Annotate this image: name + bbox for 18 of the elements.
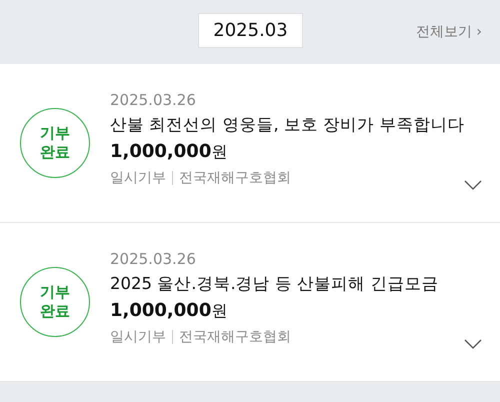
month-label[interactable]: 2025.03 xyxy=(198,13,303,48)
currency-unit: 원 xyxy=(211,141,228,163)
donation-type: 일시기부 xyxy=(110,328,166,347)
donation-type: 일시기부 xyxy=(110,169,166,188)
currency-unit: 원 xyxy=(211,300,228,322)
expand-icon[interactable] xyxy=(464,339,482,349)
status-badge: 기부 완료 xyxy=(20,267,90,337)
donation-amount: 1,000,000 xyxy=(110,299,212,323)
organization-name: 전국재해구호협회 xyxy=(179,169,291,188)
donation-amount: 1,000,000 xyxy=(110,140,212,164)
status-badge: 기부 완료 xyxy=(20,108,90,178)
expand-icon[interactable] xyxy=(464,180,482,190)
donation-title: 2025 울산.경북.경남 등 산불피해 긴급모금 xyxy=(110,273,440,295)
donation-date: 2025.03.26 xyxy=(110,249,197,269)
donation-date: 2025.03.26 xyxy=(110,90,197,110)
donation-title: 산불 최전선의 영웅들, 보호 장비가 부족합니다 xyxy=(110,114,466,136)
organization-name: 전국재해구호협회 xyxy=(179,328,291,347)
view-all-link[interactable]: 전체보기 › xyxy=(416,22,482,43)
